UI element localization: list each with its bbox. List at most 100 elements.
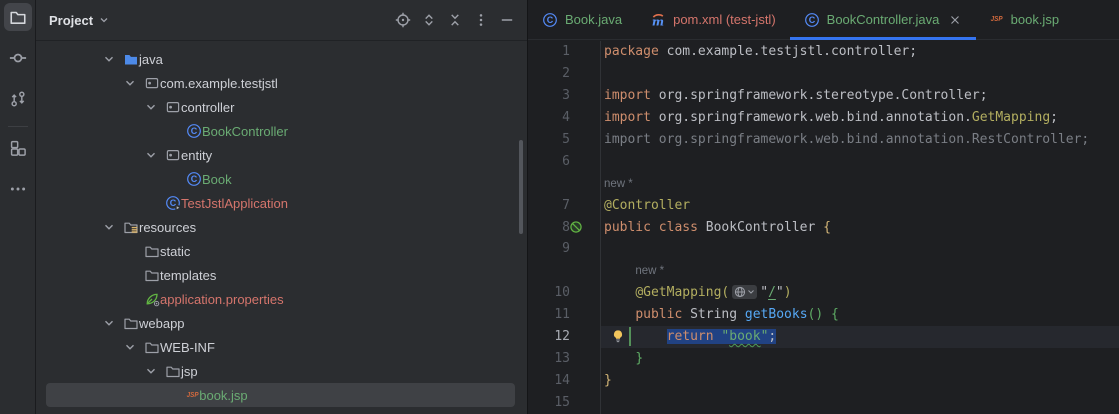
code-line[interactable]: public String getBooks() {	[601, 304, 1119, 326]
tab-book.jsp[interactable]: JSP book.jsp	[976, 0, 1073, 39]
project-tool-button[interactable]	[3, 3, 32, 31]
editor-body[interactable]: 1 2 3 4 5 6 7 8 9 10 11 12 13 14 15 package com.exampl…	[528, 40, 1119, 414]
tree-item-label: webapp	[139, 315, 185, 331]
options-menu-button[interactable]	[471, 10, 491, 30]
inlay-hint-line[interactable]: new *	[601, 173, 1119, 195]
chevron-down-icon[interactable]	[141, 363, 165, 379]
tree-item-static[interactable]: static	[46, 239, 515, 263]
code-line[interactable]: @GetMapping("/")	[601, 282, 1119, 304]
code-line[interactable]: }	[601, 370, 1119, 392]
gutter-line[interactable]: 7	[528, 195, 600, 217]
url-mapping-globe-icon[interactable]	[732, 285, 758, 300]
gutter-line[interactable]: 5	[528, 129, 600, 151]
tree-item-templates[interactable]: templates	[46, 263, 515, 287]
code-line[interactable]: }	[601, 348, 1119, 370]
chevron-down-icon[interactable]	[120, 75, 144, 91]
code-line[interactable]	[601, 238, 1119, 260]
line-number: 7	[562, 197, 570, 213]
vcs-icon	[9, 90, 27, 108]
gutter-line[interactable]: 13	[528, 348, 600, 370]
gutter-line[interactable]: 15	[528, 392, 600, 414]
folder-icon	[165, 363, 181, 379]
gutter-line[interactable]: 12	[528, 326, 600, 348]
code-line[interactable]	[601, 63, 1119, 85]
tab-pom.xml-test-jstl-[interactable]: m pom.xml (test-jstl)	[636, 0, 790, 39]
project-view-selector[interactable]: Project	[49, 13, 111, 28]
gutter-line[interactable]: 1	[528, 41, 600, 63]
inlay-hint[interactable]: new *	[604, 178, 633, 190]
hide-panel-button[interactable]	[497, 10, 517, 30]
tree-item-jsp[interactable]: jsp	[46, 359, 515, 383]
code-line[interactable]: public class BookController {	[601, 217, 1119, 239]
tree-item-book.jsp[interactable]: JSP book.jsp	[46, 383, 515, 407]
gutter-line[interactable]: 6	[528, 151, 600, 173]
commit-tool-button[interactable]	[4, 44, 32, 72]
tree-item-entity[interactable]: entity	[46, 143, 515, 167]
gutter-line[interactable]: 11	[528, 304, 600, 326]
code-line[interactable]: import org.springframework.stereotype.Co…	[601, 85, 1119, 107]
chevron-down-icon[interactable]	[141, 147, 165, 163]
intention-bulb-icon[interactable]	[611, 329, 625, 346]
chevron-down-icon[interactable]	[120, 339, 144, 355]
spring-bean-icon[interactable]	[569, 220, 583, 237]
tree-item-controller[interactable]: controller	[46, 95, 515, 119]
inlay-hint[interactable]: new *	[635, 265, 664, 277]
expand-all-button[interactable]	[419, 10, 439, 30]
tree-item-webapp[interactable]: webapp	[46, 311, 515, 335]
code-line[interactable]	[601, 151, 1119, 173]
jsp-icon: JSP	[186, 391, 199, 399]
gutter-line[interactable]: 14	[528, 370, 600, 392]
code-editor[interactable]: package com.example.testjstl.controller;…	[601, 41, 1119, 414]
gutter-line[interactable]	[528, 173, 600, 195]
tree-item-testjstlapplication[interactable]: C TestJstlApplication	[46, 191, 515, 215]
code-line[interactable]	[601, 392, 1119, 414]
tree-item-bookcontroller[interactable]: C BookController	[46, 119, 515, 143]
gutter-line[interactable]: 8	[528, 217, 600, 239]
tree-item-resources[interactable]: resources	[46, 215, 515, 239]
services-tool-button[interactable]	[4, 134, 32, 162]
tab-bookcontroller.java[interactable]: C BookController.java	[789, 0, 977, 40]
gutter-line[interactable]	[528, 260, 600, 282]
tree-item-blank[interactable]	[46, 407, 515, 414]
tree-item-label: book.jsp	[199, 387, 248, 403]
more-icon	[9, 180, 27, 198]
tab-book.java[interactable]: C Book.java	[528, 0, 636, 39]
tree-item-label: WEB-INF	[160, 339, 215, 355]
code-line[interactable]: import org.springframework.web.bind.anno…	[601, 107, 1119, 129]
tree-item-application.properties[interactable]: application.properties	[46, 287, 515, 311]
tab-label: Book.java	[565, 12, 623, 27]
code-line[interactable]: @Controller	[601, 195, 1119, 217]
version-control-tool-button[interactable]	[4, 85, 32, 113]
tree-item-label: controller	[181, 99, 235, 115]
gutter-line[interactable]: 10	[528, 282, 600, 304]
code-line[interactable]: return "book";	[601, 326, 1119, 349]
line-number: 14	[554, 373, 570, 389]
code-line[interactable]: package com.example.testjstl.controller;	[601, 41, 1119, 63]
inlay-hint-line[interactable]: new *	[601, 260, 1119, 282]
line-number: 12	[554, 329, 570, 345]
gutter-line[interactable]: 2	[528, 63, 600, 85]
tree-item-web-inf[interactable]: WEB-INF	[46, 335, 515, 359]
gutter-line[interactable]: 4	[528, 107, 600, 129]
line-number: 1	[562, 44, 570, 59]
tree-item-java[interactable]: java	[46, 47, 515, 71]
tree-item-book[interactable]: C Book	[46, 167, 515, 191]
more-tool-windows-button[interactable]	[4, 175, 32, 203]
locate-file-button[interactable]	[393, 10, 413, 30]
chevron-down-icon[interactable]	[99, 315, 123, 331]
chevron-down-icon[interactable]	[141, 99, 165, 115]
chevron-down-icon[interactable]	[99, 219, 123, 235]
collapse-all-button[interactable]	[445, 10, 465, 30]
close-tab-icon[interactable]	[948, 13, 962, 27]
chevron-down-icon[interactable]	[99, 51, 123, 67]
activity-bar	[0, 0, 36, 414]
tree-item-com.example.testjstl[interactable]: com.example.testjstl	[46, 71, 515, 95]
code-line[interactable]: import org.springframework.web.bind.anno…	[601, 129, 1119, 151]
tree-scrollbar-thumb[interactable]	[519, 140, 523, 234]
tree-item-label: jsp	[181, 363, 198, 379]
folder-tool-icon	[9, 8, 27, 26]
gutter-line[interactable]: 3	[528, 85, 600, 107]
folder-icon	[144, 339, 160, 355]
gutter-line[interactable]: 9	[528, 238, 600, 260]
